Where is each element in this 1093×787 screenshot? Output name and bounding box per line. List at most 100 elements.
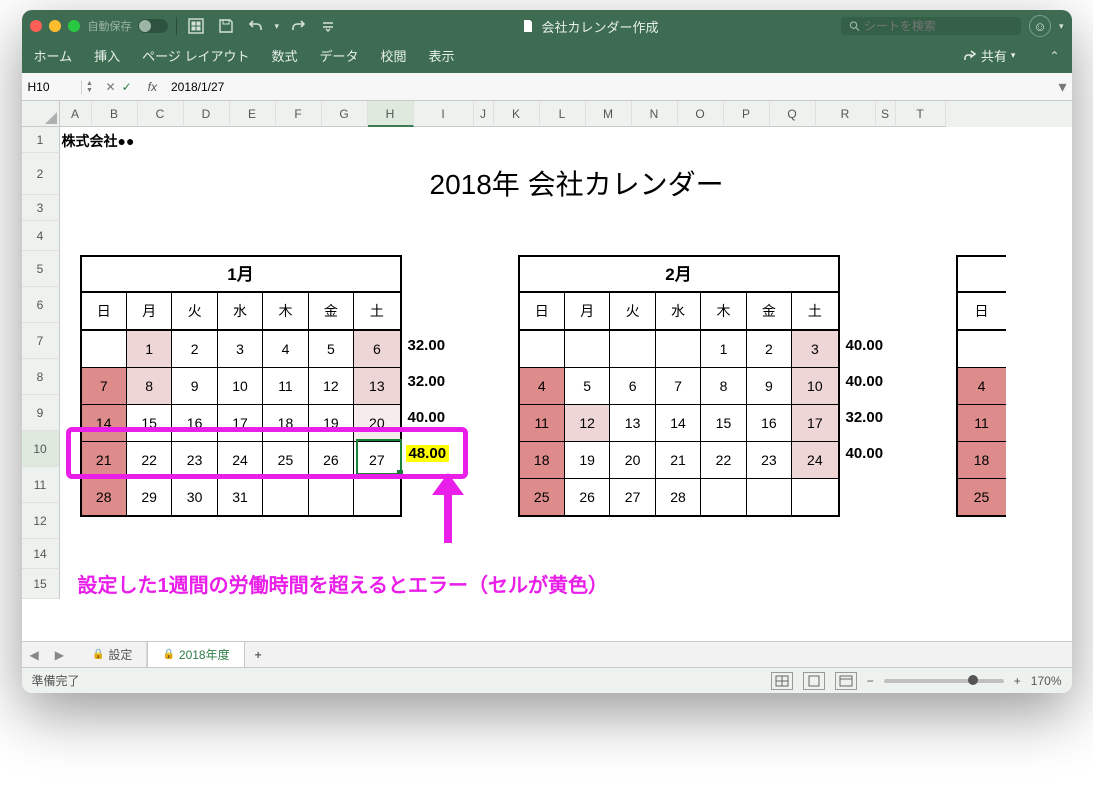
feedback-smiley-icon[interactable]: ☺ [1029, 15, 1051, 37]
calendar-cell[interactable]: 10 [218, 368, 263, 404]
row-header-2[interactable]: 2 [22, 153, 60, 195]
col-header-Q[interactable]: Q [770, 101, 816, 127]
calendar-cell[interactable]: 19 [309, 405, 354, 441]
calendar-cell[interactable]: 7 [656, 368, 701, 404]
calendar-cell[interactable]: 26 [309, 442, 354, 478]
row-header-12[interactable]: 12 [22, 503, 60, 539]
calendar-cell[interactable]: 6 [354, 331, 399, 367]
name-box-dropdown[interactable]: ▲▼ [82, 80, 98, 94]
calendar-cell[interactable]: 1 [701, 331, 746, 367]
fx-label[interactable]: fx [140, 80, 165, 94]
view-page-break-icon[interactable] [835, 672, 857, 690]
sheet-tab-2018[interactable]: 🔒2018年度 [147, 641, 244, 667]
calendar-cell[interactable]: 2 [747, 331, 792, 367]
calendar-cell[interactable] [656, 331, 701, 367]
calendar-cell[interactable]: 15 [701, 405, 746, 441]
col-header-P[interactable]: P [724, 101, 770, 127]
search-box[interactable] [841, 17, 1021, 35]
calendar-cell[interactable]: 4 [958, 368, 1006, 404]
col-header-R[interactable]: R [816, 101, 876, 127]
row-header-5[interactable]: 5 [22, 251, 60, 287]
calendar-cell[interactable]: 13 [610, 405, 655, 441]
calendar-cell[interactable]: 25 [958, 479, 1006, 515]
calendar-cell[interactable] [747, 479, 792, 515]
col-header-F[interactable]: F [276, 101, 322, 127]
row-header-4[interactable]: 4 [22, 221, 60, 251]
calendar-cell[interactable]: 21 [656, 442, 701, 478]
tab-insert[interactable]: 挿入 [94, 46, 120, 65]
calendar-cell[interactable]: 28 [82, 479, 127, 515]
tab-home[interactable]: ホーム [34, 46, 73, 65]
close-window-button[interactable] [30, 20, 42, 32]
row-header-15[interactable]: 15 [22, 569, 60, 599]
calendar-cell[interactable] [82, 331, 127, 367]
view-normal-icon[interactable] [771, 672, 793, 690]
calendar-cell[interactable]: 27 [610, 479, 655, 515]
calendar-cell[interactable] [701, 479, 746, 515]
zoom-out-button[interactable]: − [867, 674, 874, 688]
calendar-cell[interactable]: 6 [610, 368, 655, 404]
autosave-toggle[interactable]: 自動保存 [88, 18, 168, 34]
calendar-cell[interactable]: 20 [354, 405, 399, 441]
row-header-11[interactable]: 11 [22, 467, 60, 503]
calendar-cell[interactable]: 17 [792, 405, 837, 441]
calendar-cell[interactable]: 3 [218, 331, 263, 367]
calendar-cell[interactable]: 12 [309, 368, 354, 404]
calendar-cell[interactable]: 16 [172, 405, 217, 441]
calendar-cell[interactable]: 28 [656, 479, 701, 515]
zoom-slider[interactable] [884, 679, 1004, 683]
row-header-1[interactable]: 1 [22, 127, 60, 153]
expand-formula-bar-icon[interactable]: ▾ [1054, 77, 1072, 97]
row-header-7[interactable]: 7 [22, 323, 60, 359]
sheet-nav-next[interactable]: ▶ [47, 648, 72, 662]
sheet-nav-prev[interactable]: ◀ [22, 648, 47, 662]
calendar-cell[interactable]: 2 [172, 331, 217, 367]
calendar-cell[interactable]: 30 [172, 479, 217, 515]
row-header-14[interactable]: 14 [22, 539, 60, 569]
col-header-L[interactable]: L [540, 101, 586, 127]
calendar-cell[interactable]: 12 [565, 405, 610, 441]
calendar-cell[interactable]: 22 [127, 442, 172, 478]
select-all-corner[interactable] [22, 101, 60, 127]
calendar-cell[interactable]: 25 [520, 479, 565, 515]
calendar-cell[interactable]: 15 [127, 405, 172, 441]
col-header-K[interactable]: K [494, 101, 540, 127]
calendar-cell[interactable]: 1 [127, 331, 172, 367]
calendar-cell[interactable] [263, 479, 308, 515]
zoom-in-button[interactable]: + [1014, 674, 1021, 688]
undo-icon[interactable] [245, 15, 267, 37]
calendar-cell[interactable]: 14 [82, 405, 127, 441]
view-page-layout-icon[interactable] [803, 672, 825, 690]
col-header-B[interactable]: B [92, 101, 138, 127]
tab-formulas[interactable]: 数式 [272, 46, 298, 65]
col-header-N[interactable]: N [632, 101, 678, 127]
calendar-cell[interactable]: 13 [354, 368, 399, 404]
calendar-cell[interactable]: 9 [747, 368, 792, 404]
col-header-D[interactable]: D [184, 101, 230, 127]
qat-customize-icon[interactable] [317, 15, 339, 37]
calendar-cell[interactable]: 11 [263, 368, 308, 404]
cancel-formula-icon[interactable]: ✕ [106, 80, 116, 94]
calendar-cell[interactable]: 10 [792, 368, 837, 404]
calendar-cell[interactable]: 22 [701, 442, 746, 478]
col-header-S[interactable]: S [876, 101, 896, 127]
redo-icon[interactable] [287, 15, 309, 37]
row-header-10[interactable]: 10 [22, 431, 60, 467]
accept-formula-icon[interactable]: ✓ [122, 80, 132, 94]
grid-scroll[interactable]: ABCDEFGHIJKLMNOPQRST 株式会社●● 2018年 会社カレンダ… [60, 101, 1072, 641]
calendar-cell[interactable]: 16 [747, 405, 792, 441]
col-header-H[interactable]: H [368, 101, 414, 127]
calendar-cell[interactable]: 14 [656, 405, 701, 441]
search-input[interactable] [864, 19, 1013, 33]
name-box[interactable]: H10 [22, 80, 82, 94]
calendar-cell[interactable]: 18 [263, 405, 308, 441]
col-header-A[interactable]: A [60, 101, 92, 127]
col-header-C[interactable]: C [138, 101, 184, 127]
calendar-cell[interactable]: 24 [218, 442, 263, 478]
calendar-cell[interactable]: 5 [565, 368, 610, 404]
tab-review[interactable]: 校閲 [381, 46, 407, 65]
tab-data[interactable]: データ [320, 46, 359, 65]
calendar-cell[interactable]: 3 [792, 331, 837, 367]
col-header-E[interactable]: E [230, 101, 276, 127]
calendar-cell[interactable]: 4 [520, 368, 565, 404]
